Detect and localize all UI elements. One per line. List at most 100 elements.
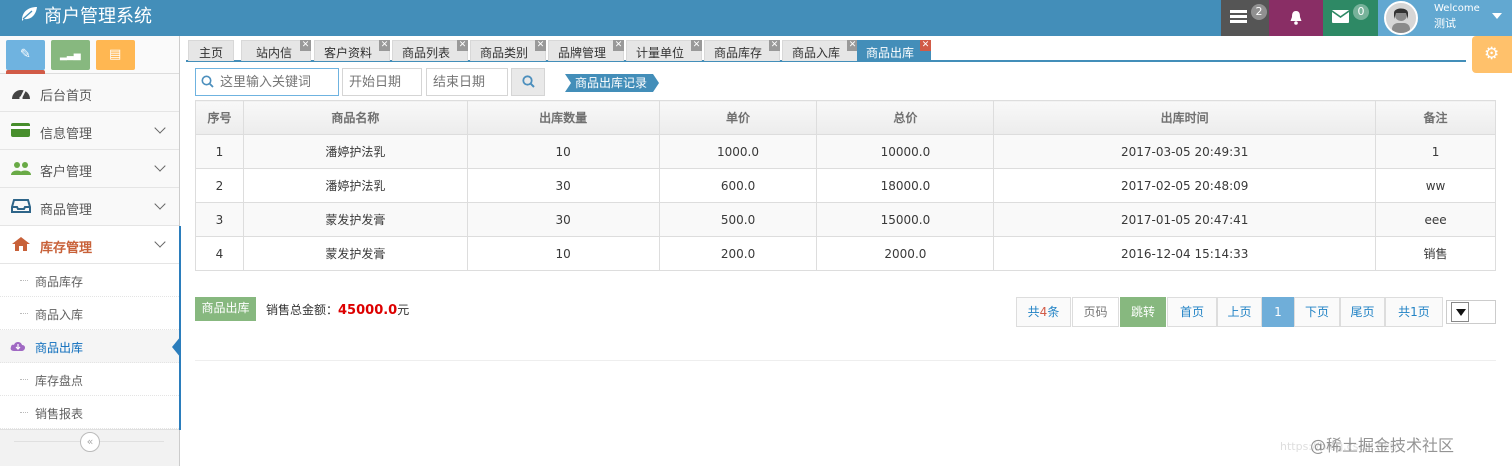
tab-brand-management[interactable]: 品牌管理 ✕ <box>548 40 624 61</box>
notifications-button[interactable] <box>1269 0 1323 36</box>
start-date-input[interactable] <box>342 68 422 96</box>
submenu-item-sales-report[interactable]: 销售报表 <box>0 396 179 429</box>
messages-button[interactable]: 0 <box>1323 0 1378 36</box>
column-header[interactable]: 备注 <box>1375 100 1496 135</box>
brand[interactable]: 商户管理系统 <box>20 0 152 36</box>
sales-total-amount: 45000.0 <box>338 303 398 318</box>
chevron-down-icon <box>154 236 166 248</box>
tab-label: 主页 <box>198 46 223 60</box>
sidebar-item-label: 客户管理 <box>40 165 93 180</box>
close-icon[interactable]: ✕ <box>379 40 390 51</box>
tab-product-stock[interactable]: 商品库存 ✕ <box>704 40 780 61</box>
sidebar-item-inventory[interactable]: 库存管理 <box>0 226 179 264</box>
shortcut-book-button[interactable]: ▤ <box>95 40 135 70</box>
stock-out-button[interactable]: 商品出库 <box>195 297 256 321</box>
app-title: 商户管理系统 <box>44 6 152 27</box>
table-row[interactable]: 1 潘婷护法乳 10 1000.0 10000.0 2017-03-05 20:… <box>195 134 1496 169</box>
table-cell: 30 <box>466 202 660 237</box>
stock-out-record-tag: 商品出库记录 <box>565 74 659 92</box>
tab-home[interactable]: 主页 <box>188 40 234 61</box>
column-header[interactable]: 总价 <box>816 100 995 135</box>
tab-label: 商品列表 <box>401 46 450 60</box>
prev-page-button[interactable]: 上页 <box>1217 297 1262 327</box>
table-cell: 10000.0 <box>816 134 995 169</box>
column-header[interactable]: 商品名称 <box>242 100 468 135</box>
table-cell: 潘婷护法乳 <box>242 168 468 203</box>
sidebar-item-dashboard[interactable]: 后台首页 <box>0 74 179 112</box>
table-cell: 600.0 <box>658 168 818 203</box>
tab-label: 客户资料 <box>323 46 372 60</box>
table-row[interactable]: 3 蒙发护发膏 30 500.0 15000.0 2017-01-05 20:4… <box>195 202 1496 237</box>
tab-stock-out[interactable]: 商品出库 ✕ <box>857 40 931 61</box>
table-cell: 10 <box>466 134 660 169</box>
jump-button[interactable]: 跳转 <box>1120 297 1166 327</box>
submenu-item-stock[interactable]: 商品库存 <box>0 264 179 297</box>
users-icon <box>11 160 31 178</box>
close-icon[interactable]: ✕ <box>920 40 931 51</box>
chevron-down-icon <box>154 198 166 210</box>
tab-stock-in[interactable]: 商品入库 ✕ <box>782 40 858 61</box>
submenu-item-stock-out[interactable]: 商品出库 <box>0 330 181 363</box>
search-button[interactable] <box>511 68 545 96</box>
sidebar-item-products[interactable]: 商品管理 <box>0 188 179 226</box>
table-row[interactable]: 2 潘婷护法乳 30 600.0 18000.0 2017-02-05 20:4… <box>195 168 1496 203</box>
table-cell: 4 <box>195 236 244 271</box>
chevron-down-icon <box>1451 302 1469 322</box>
user-menu[interactable]: Welcome 测试 <box>1378 0 1512 36</box>
sidebar-item-label: 后台首页 <box>40 89 93 104</box>
card-icon <box>11 122 31 140</box>
current-page-button[interactable]: 1 <box>1262 297 1294 327</box>
settings-button[interactable]: ⚙ <box>1472 36 1512 73</box>
last-page-button[interactable]: 尾页 <box>1340 297 1385 327</box>
tab-customer-data[interactable]: 客户资料 ✕ <box>314 40 390 61</box>
tab-label: 商品库存 <box>713 46 762 60</box>
tasks-button[interactable]: 2 <box>1221 0 1269 36</box>
close-icon[interactable]: ✕ <box>691 40 702 51</box>
column-header[interactable]: 单价 <box>658 100 818 135</box>
close-icon[interactable]: ✕ <box>613 40 624 51</box>
keyword-input[interactable] <box>195 68 339 96</box>
tab-label: 计量单位 <box>635 46 684 60</box>
close-icon[interactable]: ✕ <box>457 40 468 51</box>
page-number-input[interactable] <box>1072 297 1119 327</box>
first-page-button[interactable]: 首页 <box>1167 297 1217 327</box>
table-cell: eee <box>1375 202 1496 237</box>
next-page-button[interactable]: 下页 <box>1294 297 1340 327</box>
table-cell: 30 <box>466 168 660 203</box>
user-welcome: Welcome <box>1434 3 1480 14</box>
tab-units[interactable]: 计量单位 ✕ <box>626 40 702 61</box>
collapse-sidebar-button[interactable]: « <box>80 432 100 452</box>
table-cell: 1000.0 <box>658 134 818 169</box>
table-cell: 2017-01-05 20:47:41 <box>993 202 1377 237</box>
tab-label: 品牌管理 <box>557 46 606 60</box>
submenu-item-label: 商品库存 <box>35 275 84 289</box>
tab-label: 商品类别 <box>479 46 528 60</box>
submenu-item-stocktake[interactable]: 库存盘点 <box>0 363 179 396</box>
table-row[interactable]: 4 蒙发护发膏 10 200.0 2000.0 2016-12-04 15:14… <box>195 236 1496 271</box>
column-header[interactable]: 序号 <box>195 100 244 135</box>
page-size-select[interactable]: 10 <box>1446 300 1496 324</box>
table-cell: 销售 <box>1375 236 1496 271</box>
table-cell: 15000.0 <box>816 202 995 237</box>
column-header[interactable]: 出库时间 <box>993 100 1377 135</box>
table-cell: 10 <box>466 236 660 271</box>
tab-product-category[interactable]: 商品类别 ✕ <box>470 40 546 61</box>
close-icon[interactable]: ✕ <box>769 40 780 51</box>
sidebar-item-label: 库存管理 <box>40 241 93 256</box>
tab-inbox[interactable]: 站内信 ✕ <box>241 40 311 61</box>
shortcut-signal-button[interactable]: ▂▃▅ <box>50 40 90 70</box>
sidebar-item-customers[interactable]: 客户管理 <box>0 150 179 188</box>
sidebar-item-info[interactable]: 信息管理 <box>0 112 179 150</box>
column-header[interactable]: 出库数量 <box>466 100 660 135</box>
caret-down-icon <box>1492 13 1502 19</box>
shortcut-pencil-button[interactable]: ✎ <box>6 40 45 70</box>
tab-product-list[interactable]: 商品列表 ✕ <box>392 40 468 61</box>
chevron-down-icon <box>154 160 166 172</box>
close-icon[interactable]: ✕ <box>300 40 311 51</box>
table-cell: 2016-12-04 15:14:33 <box>993 236 1377 271</box>
end-date-input[interactable] <box>426 68 508 96</box>
submenu-item-label: 商品出库 <box>35 341 84 355</box>
submenu-item-stock-in[interactable]: 商品入库 <box>0 297 179 330</box>
tasks-badge: 2 <box>1251 4 1267 20</box>
close-icon[interactable]: ✕ <box>535 40 546 51</box>
